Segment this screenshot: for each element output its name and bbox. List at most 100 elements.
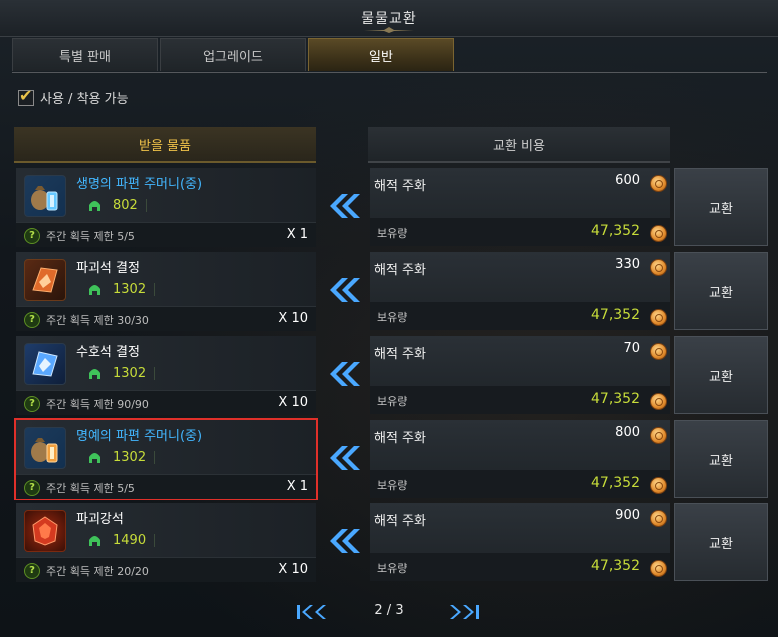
usable-filter-label: 사용 / 착용 가능 bbox=[40, 92, 129, 107]
double-chevron-left-icon bbox=[330, 194, 360, 218]
cost-currency-name: 해적 주화 bbox=[374, 347, 426, 362]
holding-value: 47,352 bbox=[591, 307, 640, 323]
cost-panel: 해적 주화 70 보유량 47,352 bbox=[370, 336, 670, 414]
tab-special-sale[interactable]: 특별 판매 bbox=[12, 38, 158, 71]
holding-label: 보유량 bbox=[377, 479, 408, 492]
item-quantity: X 10 bbox=[278, 311, 308, 326]
item-quantity: X 1 bbox=[286, 479, 308, 494]
title-bar: 물물교환 bbox=[0, 0, 778, 37]
holding-value: 47,352 bbox=[591, 223, 640, 239]
helmet-icon bbox=[89, 368, 100, 379]
pirate-coin-icon bbox=[650, 343, 667, 360]
pagination: 2 / 3 bbox=[0, 598, 778, 626]
item-level: 1302 bbox=[88, 366, 156, 381]
helmet-icon bbox=[89, 200, 100, 211]
item-level: 1302 bbox=[88, 450, 156, 465]
reward-item[interactable]: 파괴석 결정 1302 ? 주간 획득 제한 30/30 X 10 bbox=[16, 252, 316, 331]
pirate-coin-icon bbox=[650, 477, 667, 494]
tab-upgrade[interactable]: 업그레이드 bbox=[160, 38, 306, 71]
cost-price: 70 bbox=[623, 341, 640, 356]
weekly-limit: 주간 획득 제한 30/30 bbox=[46, 314, 149, 327]
pirate-coin-icon bbox=[650, 309, 667, 326]
exchange-button[interactable]: 교환 bbox=[674, 168, 768, 246]
item-level-value: 1490 bbox=[113, 533, 147, 548]
holding-value: 47,352 bbox=[591, 391, 640, 407]
item-quantity: X 10 bbox=[278, 395, 308, 410]
exchange-button[interactable]: 교환 bbox=[674, 503, 768, 581]
cost-header: 교환 비용 bbox=[368, 127, 670, 163]
cost-panel: 해적 주화 800 보유량 47,352 bbox=[370, 420, 670, 498]
pirate-coin-icon bbox=[650, 393, 667, 410]
holding-label: 보유량 bbox=[377, 395, 408, 408]
cost-currency-name: 해적 주화 bbox=[374, 431, 426, 446]
item-name: 명예의 파편 주머니(중) bbox=[76, 429, 203, 444]
destruction-stone-crystal-icon bbox=[24, 259, 66, 301]
usable-checkbox[interactable]: ✔ bbox=[18, 86, 34, 106]
weekly-limit: 주간 획득 제한 5/5 bbox=[46, 482, 135, 495]
pirate-coin-icon bbox=[650, 225, 667, 242]
obliteration-stone-icon bbox=[24, 510, 66, 552]
helmet-icon bbox=[89, 284, 100, 295]
receive-header: 받을 물품 bbox=[14, 127, 316, 163]
cost-price: 600 bbox=[615, 173, 640, 188]
item-level: 802 bbox=[88, 198, 147, 213]
help-icon[interactable]: ? bbox=[24, 228, 40, 244]
exchange-button[interactable]: 교환 bbox=[674, 252, 768, 330]
life-shard-pouch-icon bbox=[24, 175, 66, 217]
item-name: 파괴석 결정 bbox=[76, 261, 140, 276]
window-title: 물물교환 bbox=[361, 11, 417, 27]
trade-row: 수호석 결정 1302 ? 주간 획득 제한 90/90 X 10 해적 주화 … bbox=[14, 336, 770, 415]
help-icon[interactable]: ? bbox=[24, 563, 40, 579]
tab-bar: 특별 판매 업그레이드 일반 bbox=[12, 38, 767, 73]
pirate-coin-icon bbox=[650, 175, 667, 192]
cost-price: 330 bbox=[615, 257, 640, 272]
check-icon: ✔ bbox=[19, 85, 33, 105]
holding-value: 47,352 bbox=[591, 475, 640, 491]
page-indicator: 2 / 3 bbox=[374, 603, 404, 618]
exchange-button[interactable]: 교환 bbox=[674, 336, 768, 414]
reward-item[interactable]: 파괴강석 1490 ? 주간 획득 제한 20/20 X 10 bbox=[16, 503, 316, 582]
item-level-value: 802 bbox=[113, 198, 138, 213]
trade-row: 생명의 파편 주머니(중) 802 ? 주간 획득 제한 5/5 X 1 해적 … bbox=[14, 168, 770, 247]
usable-filter[interactable]: ✔ 사용 / 착용 가능 bbox=[18, 86, 129, 107]
item-level-value: 1302 bbox=[113, 366, 147, 381]
last-page-icon[interactable] bbox=[448, 604, 480, 620]
honor-shard-pouch-icon bbox=[24, 427, 66, 469]
title-ornament-icon bbox=[364, 27, 414, 33]
pirate-coin-icon bbox=[650, 510, 667, 527]
cost-price: 900 bbox=[615, 508, 640, 523]
weekly-limit: 주간 획득 제한 90/90 bbox=[46, 398, 149, 411]
reward-item[interactable]: 명예의 파편 주머니(중) 1302 ? 주간 획득 제한 5/5 X 1 bbox=[14, 418, 318, 500]
guardian-stone-crystal-icon bbox=[24, 343, 66, 385]
pirate-coin-icon bbox=[650, 560, 667, 577]
item-level-value: 1302 bbox=[113, 450, 147, 465]
holding-label: 보유량 bbox=[377, 562, 408, 575]
double-chevron-left-icon bbox=[330, 529, 360, 553]
trade-row: 명예의 파편 주머니(중) 1302 ? 주간 획득 제한 5/5 X 1 해적… bbox=[14, 418, 770, 500]
exchange-button[interactable]: 교환 bbox=[674, 420, 768, 498]
tab-general[interactable]: 일반 bbox=[308, 38, 454, 71]
pirate-coin-icon bbox=[650, 259, 667, 276]
item-quantity: X 10 bbox=[278, 562, 308, 577]
item-name: 수호석 결정 bbox=[76, 345, 140, 360]
helmet-icon bbox=[89, 452, 100, 463]
cost-panel: 해적 주화 600 보유량 47,352 bbox=[370, 168, 670, 246]
item-name: 생명의 파편 주머니(중) bbox=[76, 177, 203, 192]
cost-currency-name: 해적 주화 bbox=[374, 263, 426, 278]
item-level: 1490 bbox=[88, 533, 156, 548]
reward-item[interactable]: 생명의 파편 주머니(중) 802 ? 주간 획득 제한 5/5 X 1 bbox=[16, 168, 316, 247]
weekly-limit: 주간 획득 제한 5/5 bbox=[46, 230, 135, 243]
help-icon[interactable]: ? bbox=[24, 312, 40, 328]
trade-window: 물물교환 특별 판매 업그레이드 일반 ✔ 사용 / 착용 가능 받을 물품 교… bbox=[0, 0, 778, 637]
cost-price: 800 bbox=[615, 425, 640, 440]
helmet-icon bbox=[89, 535, 100, 546]
help-icon[interactable]: ? bbox=[24, 480, 40, 496]
double-chevron-left-icon bbox=[330, 362, 360, 386]
reward-item[interactable]: 수호석 결정 1302 ? 주간 획득 제한 90/90 X 10 bbox=[16, 336, 316, 415]
first-page-icon[interactable] bbox=[296, 604, 328, 620]
trade-row: 파괴석 결정 1302 ? 주간 획득 제한 30/30 X 10 해적 주화 … bbox=[14, 252, 770, 331]
weekly-limit: 주간 획득 제한 20/20 bbox=[46, 565, 149, 578]
double-chevron-left-icon bbox=[330, 446, 360, 470]
cost-panel: 해적 주화 330 보유량 47,352 bbox=[370, 252, 670, 330]
help-icon[interactable]: ? bbox=[24, 396, 40, 412]
